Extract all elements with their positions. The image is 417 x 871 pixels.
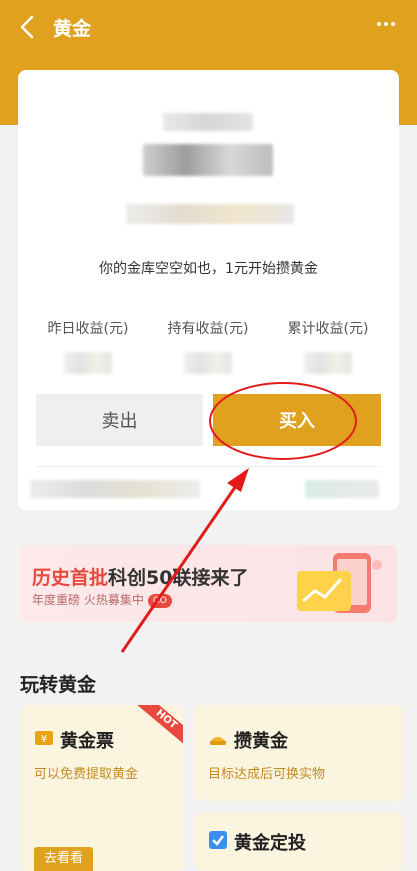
checkbox-icon: [208, 830, 228, 850]
buy-button[interactable]: 买入: [213, 394, 381, 446]
tile-name: 黄金定投: [234, 833, 306, 854]
tile-desc: 可以免费提取黄金: [34, 767, 139, 782]
masked-balance: [143, 144, 273, 176]
empty-vault-text: 你的金库空空如也，1元开始攒黄金: [99, 261, 318, 277]
tile-desc: 目标达成后可换实物: [208, 767, 326, 782]
promo-banner[interactable]: 历史首批科创50联接来了 年度重磅 火热募集中 GO: [20, 545, 397, 622]
masked-stat-value: [64, 352, 112, 374]
banner-title: 历史首批科创50联接来了: [32, 563, 248, 590]
tile-name: 攒黄金: [234, 731, 288, 752]
ticket-icon: ¥: [34, 728, 54, 748]
back-arrow-icon[interactable]: [14, 12, 44, 42]
top-bar: 黄金: [0, 0, 417, 56]
banner-subtitle: 年度重磅 火热募集中 GO: [32, 591, 172, 608]
divider: [36, 466, 381, 467]
banner-go-button[interactable]: GO: [147, 593, 172, 608]
stat-label: 昨日收益(元): [47, 321, 129, 337]
page-title: 黄金: [53, 18, 92, 40]
tile-gold-fixed-investment[interactable]: 黄金定投: [194, 812, 404, 871]
sell-button[interactable]: 卖出: [36, 394, 203, 446]
stat-label: 累计收益(元): [287, 321, 369, 337]
hot-badge: HOT: [134, 705, 183, 748]
tile-save-gold[interactable]: 攒黄金 目标达成后可换实物: [194, 705, 404, 801]
svg-text:¥: ¥: [41, 734, 47, 745]
section-title: 玩转黄金: [20, 674, 97, 696]
masked-stat-value: [304, 352, 352, 374]
banner-subtitle-text: 年度重磅 火热募集中: [32, 593, 144, 607]
masked-stat-value: [184, 352, 232, 374]
banner-title-highlight: 历史首批: [32, 567, 109, 589]
masked-balance-note: [126, 204, 294, 224]
stat-holding-income: 持有收益(元): [148, 318, 268, 374]
masked-account-name: [163, 113, 253, 131]
banner-title-rest: 科创50联接来了: [108, 567, 249, 589]
stat-label: 持有收益(元): [167, 321, 249, 337]
tile-gold-ticket[interactable]: ¥ 黄金票 可以免费提取黄金 HOT 去看看: [20, 705, 183, 871]
more-dots-icon[interactable]: [377, 22, 399, 32]
tile-name: 黄金票: [60, 731, 114, 752]
stat-total-income: 累计收益(元): [268, 318, 388, 374]
masked-notice-link[interactable]: [305, 480, 379, 498]
masked-notice-text: [30, 480, 200, 498]
stat-yesterday-income: 昨日收益(元): [28, 318, 148, 374]
gold-ingot-icon: [208, 728, 228, 748]
account-card: 你的金库空空如也，1元开始攒黄金 昨日收益(元) 持有收益(元) 累计收益(元)…: [18, 70, 399, 510]
go-look-button[interactable]: 去看看: [34, 847, 94, 871]
phone-chart-illustration-icon: [289, 551, 389, 619]
